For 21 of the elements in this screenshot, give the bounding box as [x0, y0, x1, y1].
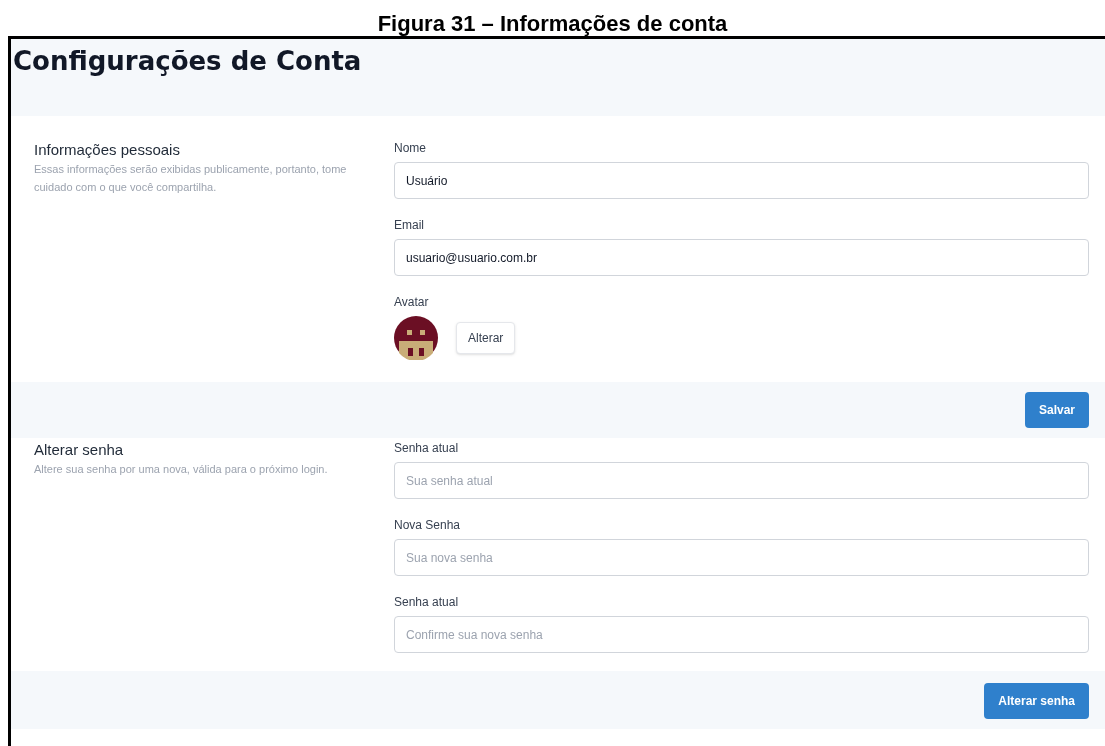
- page-title: Configurações de Conta: [13, 45, 362, 78]
- field-label: Nome: [394, 140, 426, 156]
- submit-button[interactable]: Alterar senha: [984, 683, 1089, 719]
- section-description: Altere sua senha por uma nova, válida para o próximo login.: [34, 462, 329, 477]
- figure-caption: Figura 31 – Informações de conta: [377, 13, 728, 35]
- input-field[interactable]: Usuário: [394, 162, 1089, 199]
- field-label: Senha atual: [394, 594, 459, 610]
- input-field[interactable]: usuario@usuario.com.br: [394, 239, 1089, 276]
- section-title: Alterar senha: [34, 440, 124, 460]
- field-label: Email: [394, 217, 424, 233]
- field-label: Nova Senha: [394, 517, 461, 533]
- avatar-icon: [394, 316, 438, 360]
- submit-button[interactable]: Salvar: [1024, 392, 1089, 428]
- input-field[interactable]: Confirme sua nova senha: [394, 616, 1089, 653]
- input-field[interactable]: Sua senha atual: [394, 462, 1089, 499]
- section-description: Essas informações serão exibidas publicamente, portanto, tome cuidado com o que você compartilha.: [34, 162, 348, 195]
- input-field[interactable]: Sua nova senha: [394, 539, 1089, 576]
- field-label: Avatar: [394, 294, 429, 310]
- change-avatar-button[interactable]: Alterar: [456, 322, 516, 354]
- section-title: Informações pessoais: [34, 140, 180, 160]
- field-label: Senha atual: [394, 440, 459, 456]
